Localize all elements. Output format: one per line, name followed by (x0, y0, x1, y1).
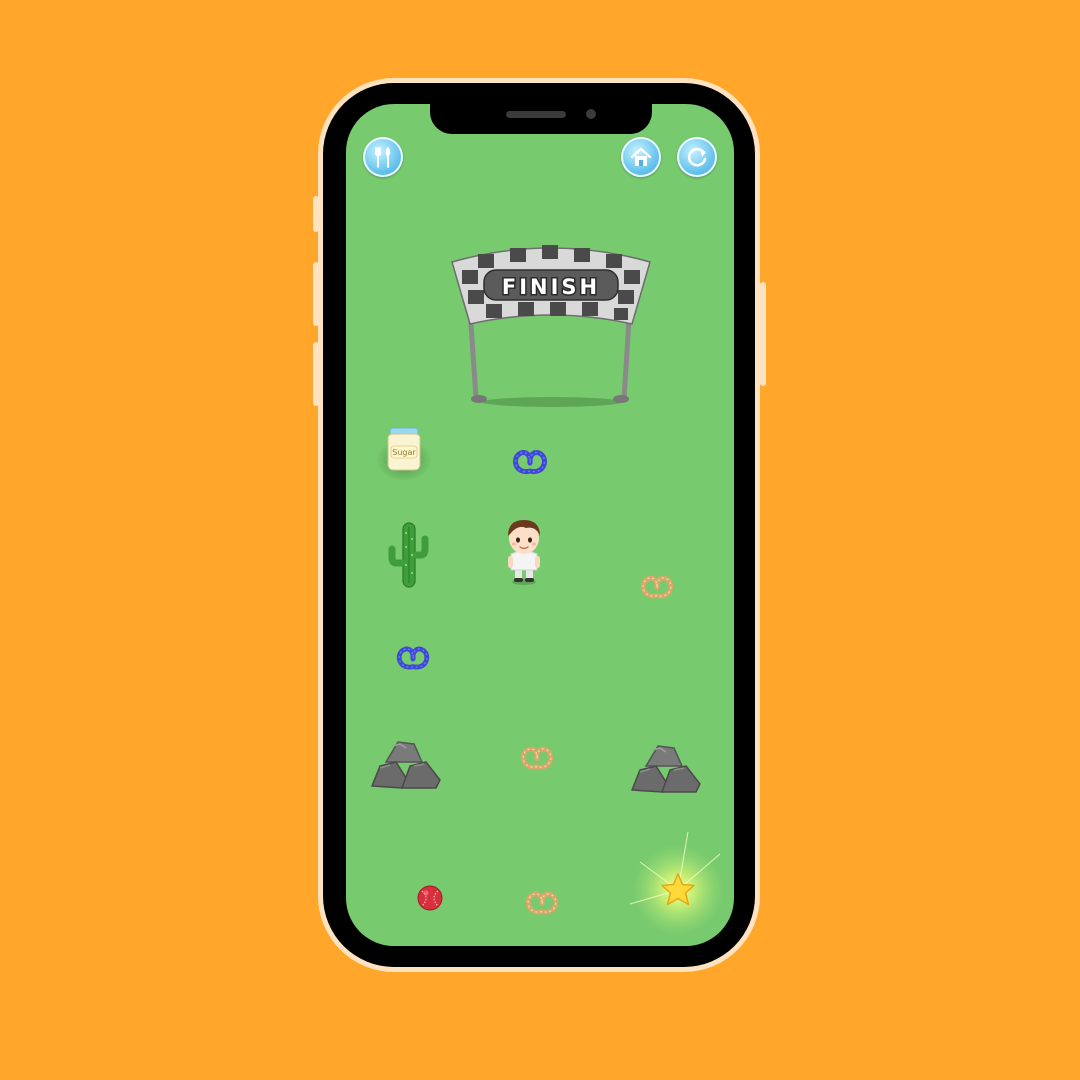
phone-volume-up-button (313, 262, 319, 326)
pretzel-item[interactable] (522, 888, 562, 918)
phone-side-button (313, 196, 319, 232)
restart-icon (687, 147, 707, 167)
sugar-jar-item[interactable]: Sugar (376, 422, 432, 482)
front-camera (586, 109, 596, 119)
pretzel-item[interactable] (517, 743, 557, 773)
utensils-icon (375, 147, 391, 168)
rock-pile-obstacle (370, 741, 441, 789)
finish-banner-text: FINISH (502, 275, 600, 299)
cactus-obstacle (388, 522, 429, 588)
menu-button[interactable] (363, 137, 403, 177)
star-icon[interactable] (624, 826, 734, 946)
blue-pretzel-item[interactable] (509, 447, 551, 477)
jar-label: Sugar (392, 448, 416, 457)
phone-notch (430, 104, 652, 134)
home-button[interactable] (621, 137, 661, 177)
red-ball-item[interactable] (416, 884, 444, 912)
blue-pretzel-item[interactable] (393, 643, 433, 673)
phone-volume-down-button (313, 342, 319, 406)
player-character[interactable] (498, 514, 550, 586)
game-screen[interactable]: FINISH Sugar (346, 104, 734, 946)
pretzel-item[interactable] (637, 572, 677, 602)
phone-power-button (760, 282, 766, 386)
rock-pile-obstacle (630, 745, 701, 793)
speaker-grille (506, 111, 566, 118)
restart-button[interactable] (677, 137, 717, 177)
finish-line-arch: FINISH (451, 245, 651, 407)
home-icon (630, 147, 652, 166)
